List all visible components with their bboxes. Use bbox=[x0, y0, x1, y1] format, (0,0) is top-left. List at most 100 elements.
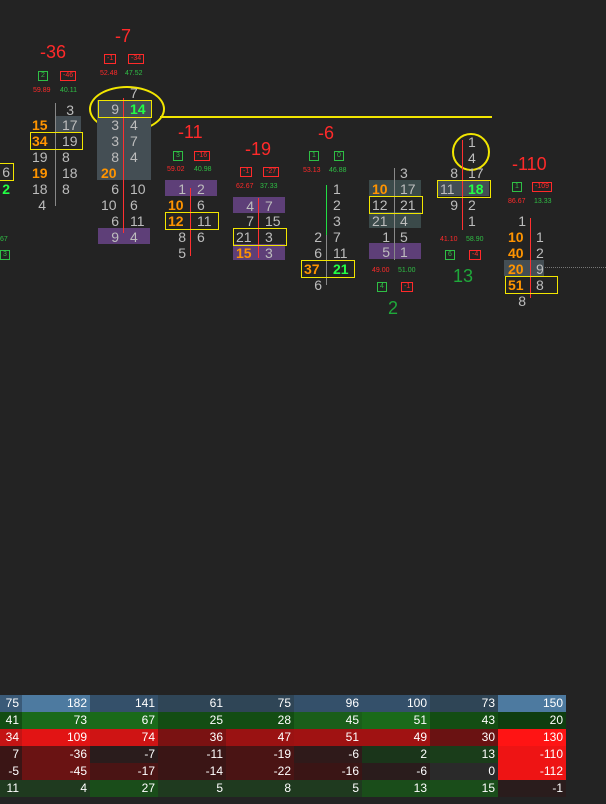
stats-row: 11 4 27 5 8 5 13 15 -1 bbox=[0, 780, 606, 797]
ask-volume: 17 bbox=[468, 165, 484, 181]
stats-cell: 20 bbox=[498, 712, 566, 729]
ask-volume: 1 bbox=[536, 229, 544, 245]
count-badge: 4 bbox=[377, 282, 387, 292]
candle-wick bbox=[55, 103, 56, 206]
count-badge: 1 bbox=[512, 182, 522, 192]
bid-volume: 6 bbox=[111, 213, 119, 229]
ask-volume: 1 bbox=[333, 181, 341, 197]
stats-cell: 43 bbox=[430, 712, 498, 729]
stats-cell: 45 bbox=[294, 712, 362, 729]
stats-row: -5 -45 -17 -14 -22 -16 -6 0 -112 bbox=[0, 763, 606, 780]
stats-cell: 41 bbox=[0, 712, 22, 729]
bid-volume: 5 bbox=[382, 244, 390, 260]
bid-volume: 3 bbox=[111, 133, 119, 149]
bid-volume: 20 bbox=[101, 165, 117, 181]
stats-cell: 51 bbox=[362, 712, 430, 729]
stats-cell: -110 bbox=[498, 746, 566, 763]
stats-cell: 5 bbox=[158, 780, 226, 797]
ask-volume: 3 bbox=[265, 245, 273, 261]
bar-delta: -11 bbox=[178, 122, 203, 142]
ask-volume: 5 bbox=[400, 229, 408, 245]
imbalance-box bbox=[30, 132, 83, 150]
ask-volume: 8 bbox=[62, 149, 70, 165]
bar-delta: -110 bbox=[512, 154, 547, 174]
bid-volume: 8 bbox=[178, 229, 186, 245]
stats-cell: 61 bbox=[158, 695, 226, 712]
bid-volume: 1 bbox=[518, 213, 526, 229]
candle-body bbox=[123, 98, 124, 233]
ask-volume: 7 bbox=[333, 229, 341, 245]
stats-row: 75 182 141 61 75 96 100 73 150 bbox=[0, 695, 606, 712]
candle-body bbox=[326, 185, 327, 235]
stats-cell: 4 bbox=[22, 780, 90, 797]
stats-cell: 67 bbox=[90, 712, 158, 729]
stats-cell: 7 bbox=[0, 746, 22, 763]
stats-cell: 25 bbox=[158, 712, 226, 729]
bid-volume: 7 bbox=[246, 213, 254, 229]
bid-volume: 9 bbox=[450, 197, 458, 213]
ask-volume: 4 bbox=[400, 213, 408, 229]
buy-percent: 58.90 bbox=[466, 236, 484, 243]
imbalance-box bbox=[165, 212, 219, 230]
bid-volume: 6 bbox=[111, 181, 119, 197]
bid-volume: 6 bbox=[314, 277, 322, 293]
bar-delta: 13 bbox=[453, 266, 474, 286]
stats-cell: -112 bbox=[498, 763, 566, 780]
bid-volume: 15 bbox=[236, 245, 252, 261]
sell-percent: 49.00 bbox=[372, 267, 390, 274]
ask-volume: 4 bbox=[130, 229, 138, 245]
sell-percent: 62.67 bbox=[236, 183, 254, 190]
stats-cell: 141 bbox=[90, 695, 158, 712]
buy-percent: 51.00 bbox=[398, 267, 416, 274]
buy-percent: 37.33 bbox=[260, 183, 278, 190]
ask-volume: 4 bbox=[468, 150, 476, 166]
ask-volume: 9 bbox=[536, 261, 544, 277]
ask-volume: 2 bbox=[536, 245, 544, 261]
count-badge: -109 bbox=[532, 182, 553, 192]
bid-volume: 8 bbox=[111, 149, 119, 165]
ask-volume: 6 bbox=[197, 229, 205, 245]
stats-cell: 100 bbox=[362, 695, 430, 712]
stats-cell: 74 bbox=[90, 729, 158, 746]
stats-cell: 109 bbox=[22, 729, 90, 746]
ask-volume: 17 bbox=[400, 181, 416, 197]
stats-cell: 182 bbox=[22, 695, 90, 712]
stats-cell: 36 bbox=[158, 729, 226, 746]
drawn-horizontal-line[interactable] bbox=[160, 116, 492, 118]
stats-row: 7 -36 -7 -11 -19 -6 2 13 -110 bbox=[0, 746, 606, 763]
bid-volume: 1 bbox=[178, 181, 186, 197]
stats-cell: 13 bbox=[362, 780, 430, 797]
buy-percent: 40.98 bbox=[194, 166, 212, 173]
sell-percent: 59.89 bbox=[33, 87, 51, 94]
price-dotted-line bbox=[545, 267, 606, 268]
ask-volume: 7 bbox=[130, 85, 138, 101]
buy-percent: 13.33 bbox=[534, 198, 552, 205]
bid-volume: 3 bbox=[111, 117, 119, 133]
bid-volume: 2 bbox=[314, 229, 322, 245]
bid-volume: 20 bbox=[508, 261, 524, 277]
ask-volume: 3 bbox=[400, 165, 408, 181]
bid-volume: 10 bbox=[101, 197, 117, 213]
bid-volume: 19 bbox=[32, 165, 48, 181]
stats-cell: 28 bbox=[226, 712, 294, 729]
stats-cell: 34 bbox=[0, 729, 22, 746]
ask-volume: 2 bbox=[468, 197, 476, 213]
imbalance-box bbox=[233, 228, 287, 246]
buy-percent: 47.52 bbox=[125, 70, 143, 77]
stats-cell: 15 bbox=[430, 780, 498, 797]
buy-percent: 46.88 bbox=[329, 167, 347, 174]
bid-volume: 4 bbox=[246, 198, 254, 214]
stats-cell: 51 bbox=[294, 729, 362, 746]
ask-volume: 17 bbox=[62, 117, 78, 133]
footprint-chart[interactable]: -36 -7 -11 -19 -6 -110 13 2 2 -46 -1 -34… bbox=[0, 0, 606, 692]
ask-volume: 3 bbox=[333, 213, 341, 229]
stats-cell: 8 bbox=[226, 780, 294, 797]
stats-cell: 13 bbox=[430, 746, 498, 763]
stats-cell: 11 bbox=[0, 780, 22, 797]
ask-volume: 1 bbox=[468, 134, 476, 150]
count-badge: 3 bbox=[173, 151, 183, 161]
ask-volume: 7 bbox=[130, 133, 138, 149]
imbalance-box bbox=[98, 100, 152, 118]
stats-cell: -1 bbox=[498, 780, 566, 797]
stats-cell: -16 bbox=[294, 763, 362, 780]
